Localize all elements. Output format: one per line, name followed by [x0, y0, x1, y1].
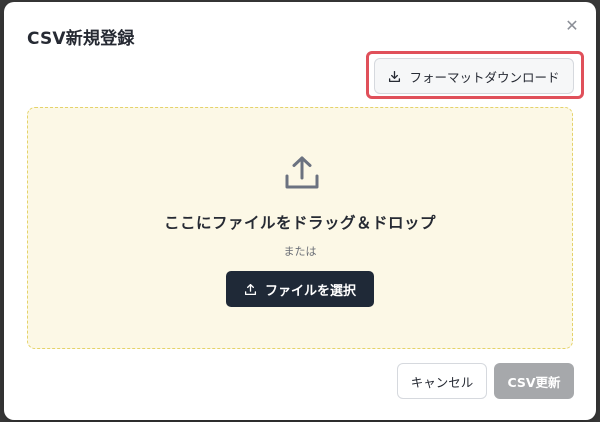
cancel-button[interactable]: キャンセル — [397, 363, 487, 399]
file-dropzone[interactable]: ここにファイルをドラッグ＆ドロップ または ファイルを選択 — [27, 107, 573, 349]
cancel-label: キャンセル — [410, 374, 474, 390]
close-button[interactable]: ✕ — [561, 14, 583, 36]
format-download-label: フォーマットダウンロード — [409, 69, 560, 85]
select-file-label: ファイルを選択 — [264, 283, 356, 299]
csv-update-button[interactable]: CSV更新 — [494, 363, 574, 399]
csv-register-dialog: CSV新規登録 ✕ フォーマットダウンロード ここにファイルをドラッグ＆ドロップ… — [4, 2, 596, 420]
csv-update-label: CSV更新 — [507, 374, 561, 390]
dialog-title: CSV新規登録 — [27, 29, 135, 49]
download-icon — [389, 70, 401, 82]
upload-icon — [244, 283, 257, 295]
select-file-button[interactable]: ファイルを選択 — [226, 271, 374, 307]
dropzone-or-text: または — [283, 245, 317, 258]
format-download-button[interactable]: フォーマットダウンロード — [374, 58, 574, 94]
dropzone-title: ここにファイルをドラッグ＆ドロップ — [163, 214, 436, 232]
upload-icon — [285, 156, 319, 189]
close-icon: ✕ — [565, 15, 579, 35]
